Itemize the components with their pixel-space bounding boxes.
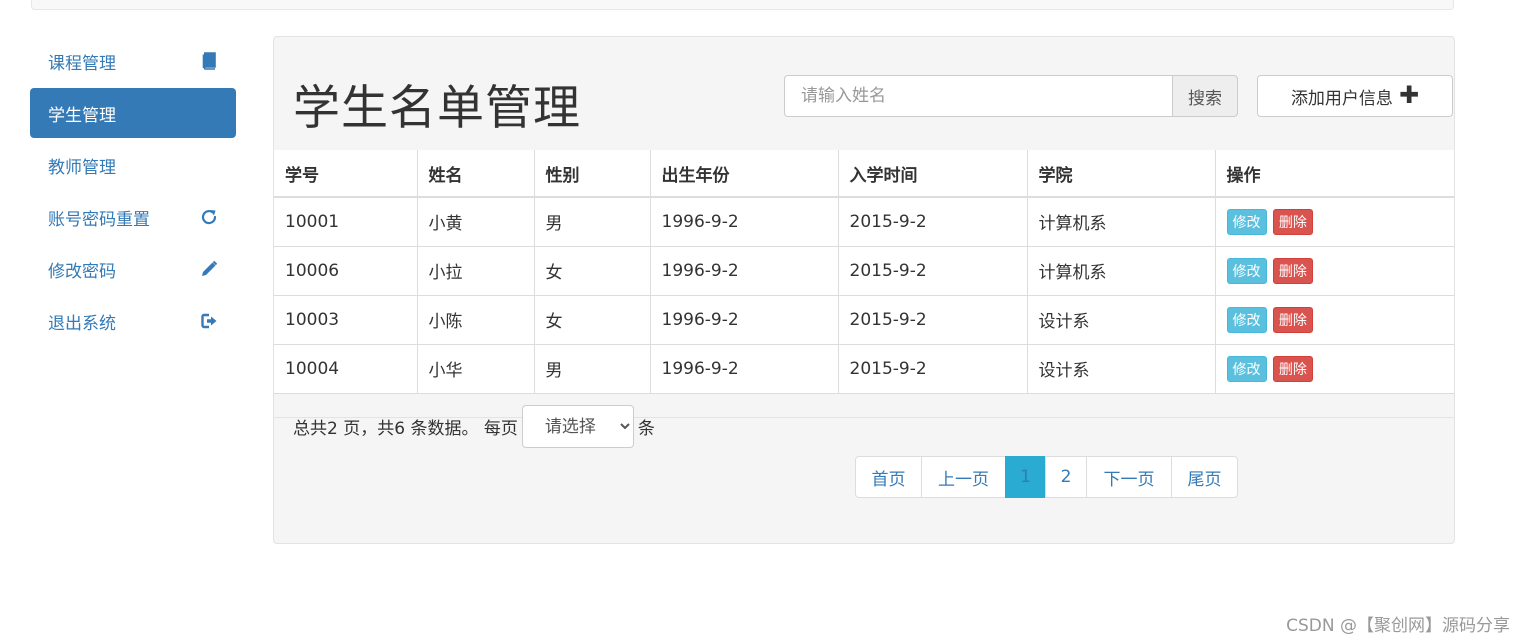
- page-title: 学生名单管理: [293, 81, 581, 136]
- page-link-last[interactable]: 尾页: [1171, 456, 1238, 498]
- table-header-row: 学号 姓名 性别 出生年份 入学时间 学院 操作: [274, 150, 1454, 198]
- cell-birth-year: 1996-9-2: [649, 196, 839, 247]
- cell-birth-year: 1996-9-2: [649, 294, 839, 345]
- cell-name: 小黄: [416, 196, 535, 247]
- sidebar-item-course-management[interactable]: 课程管理: [30, 36, 236, 86]
- main-panel: 学生名单管理 搜索 添加用户信息 ✚ 学号 姓名 性别 出生年份 入学时间 学院…: [273, 36, 1455, 544]
- pagination-summary: 总共2 页，共6 条数据。 每页: [293, 419, 518, 439]
- table-row: 10006 小拉 女 1996-9-2 2015-9-2 计算机系 修改 删除: [274, 245, 1454, 296]
- page-link-prev[interactable]: 上一页: [921, 456, 1006, 498]
- cell-name: 小华: [416, 343, 535, 394]
- sidebar: 课程管理 学生管理 教师管理 账号密码重置 修改密码 退出系统: [30, 36, 236, 348]
- table-row: 10003 小陈 女 1996-9-2 2015-9-2 设计系 修改 删除: [274, 294, 1454, 345]
- add-user-button-label: 添加用户信息: [1290, 88, 1393, 109]
- page-link-1[interactable]: 1: [1005, 456, 1046, 498]
- pagination-info: 总共2 页，共6 条数据。 每页 请选择 条: [293, 405, 655, 448]
- sidebar-item-logout[interactable]: 退出系统: [30, 296, 236, 346]
- cell-student-id: 10003: [274, 294, 418, 345]
- column-header: 学号: [274, 150, 418, 198]
- cell-department: 计算机系: [1026, 245, 1216, 296]
- edit-button[interactable]: 修改: [1226, 257, 1267, 284]
- edit-button[interactable]: 修改: [1226, 355, 1267, 382]
- cell-birth-year: 1996-9-2: [649, 343, 839, 394]
- cell-gender: 女: [533, 294, 651, 345]
- plus-icon: ✚: [1398, 81, 1420, 109]
- cell-student-id: 10004: [274, 343, 418, 394]
- cell-enrollment-date: 2015-9-2: [837, 196, 1028, 247]
- pagination: 首页 上一页 1 2 下一页 尾页: [855, 456, 1238, 498]
- watermark: CSDN @【聚创网】源码分享: [1286, 616, 1510, 636]
- cell-department: 设计系: [1026, 294, 1216, 345]
- cell-department: 计算机系: [1026, 196, 1216, 247]
- book-icon: [200, 52, 218, 70]
- search-button[interactable]: 搜索: [1172, 75, 1238, 117]
- cell-department: 设计系: [1026, 343, 1216, 394]
- student-table: 学号 姓名 性别 出生年份 入学时间 学院 操作 10001 小黄 男 1996…: [274, 150, 1454, 394]
- table-row: 10004 小华 男 1996-9-2 2015-9-2 设计系 修改 删除: [274, 343, 1454, 394]
- sidebar-item-change-password[interactable]: 修改密码: [30, 244, 236, 294]
- delete-button[interactable]: 删除: [1272, 355, 1313, 382]
- sidebar-item-password-reset[interactable]: 账号密码重置: [30, 192, 236, 242]
- cell-name: 小陈: [416, 294, 535, 345]
- pagination-unit: 条: [637, 419, 655, 439]
- cell-enrollment-date: 2015-9-2: [837, 245, 1028, 296]
- column-header: 性别: [533, 150, 651, 198]
- cell-gender: 男: [533, 196, 651, 247]
- sidebar-item-label: 课程管理: [48, 53, 116, 74]
- column-header: 姓名: [416, 150, 535, 198]
- cell-gender: 男: [533, 343, 651, 394]
- column-header: 学院: [1026, 150, 1216, 198]
- search-input[interactable]: [784, 75, 1172, 117]
- sidebar-item-label: 学生管理: [48, 105, 116, 126]
- column-header: 入学时间: [837, 150, 1028, 198]
- edit-button[interactable]: 修改: [1226, 208, 1267, 235]
- add-user-button[interactable]: 添加用户信息 ✚: [1257, 75, 1453, 117]
- cell-actions: 修改 删除: [1214, 245, 1454, 296]
- search-group: 搜索: [784, 75, 1238, 117]
- edit-button[interactable]: 修改: [1226, 306, 1267, 333]
- cell-actions: 修改 删除: [1214, 294, 1454, 345]
- sidebar-item-label: 账号密码重置: [48, 209, 150, 230]
- sidebar-item-label: 退出系统: [48, 313, 116, 334]
- delete-button[interactable]: 删除: [1272, 257, 1313, 284]
- page-link-next[interactable]: 下一页: [1086, 456, 1172, 498]
- column-header: 出生年份: [649, 150, 839, 198]
- delete-button[interactable]: 删除: [1272, 208, 1313, 235]
- cell-name: 小拉: [416, 245, 535, 296]
- cell-gender: 女: [533, 245, 651, 296]
- pencil-icon: [200, 260, 218, 278]
- logout-icon: [200, 312, 218, 330]
- delete-button[interactable]: 删除: [1272, 306, 1313, 333]
- page-link-2[interactable]: 2: [1045, 456, 1087, 498]
- cell-student-id: 10001: [274, 196, 418, 247]
- page-link-first[interactable]: 首页: [855, 456, 922, 498]
- cell-enrollment-date: 2015-9-2: [837, 294, 1028, 345]
- top-navbar: [31, 0, 1454, 10]
- cell-student-id: 10006: [274, 245, 418, 296]
- cell-actions: 修改 删除: [1214, 343, 1454, 394]
- sidebar-item-teacher-management[interactable]: 教师管理: [30, 140, 236, 190]
- cell-enrollment-date: 2015-9-2: [837, 343, 1028, 394]
- page-size-select[interactable]: 请选择: [521, 405, 634, 448]
- sidebar-item-label: 教师管理: [48, 157, 116, 178]
- column-header: 操作: [1214, 150, 1454, 198]
- cell-birth-year: 1996-9-2: [649, 245, 839, 296]
- sidebar-item-student-management[interactable]: 学生管理: [30, 88, 236, 138]
- refresh-icon: [200, 208, 218, 226]
- cell-actions: 修改 删除: [1214, 196, 1454, 247]
- table-row: 10001 小黄 男 1996-9-2 2015-9-2 计算机系 修改 删除: [274, 196, 1454, 247]
- sidebar-item-label: 修改密码: [48, 261, 116, 282]
